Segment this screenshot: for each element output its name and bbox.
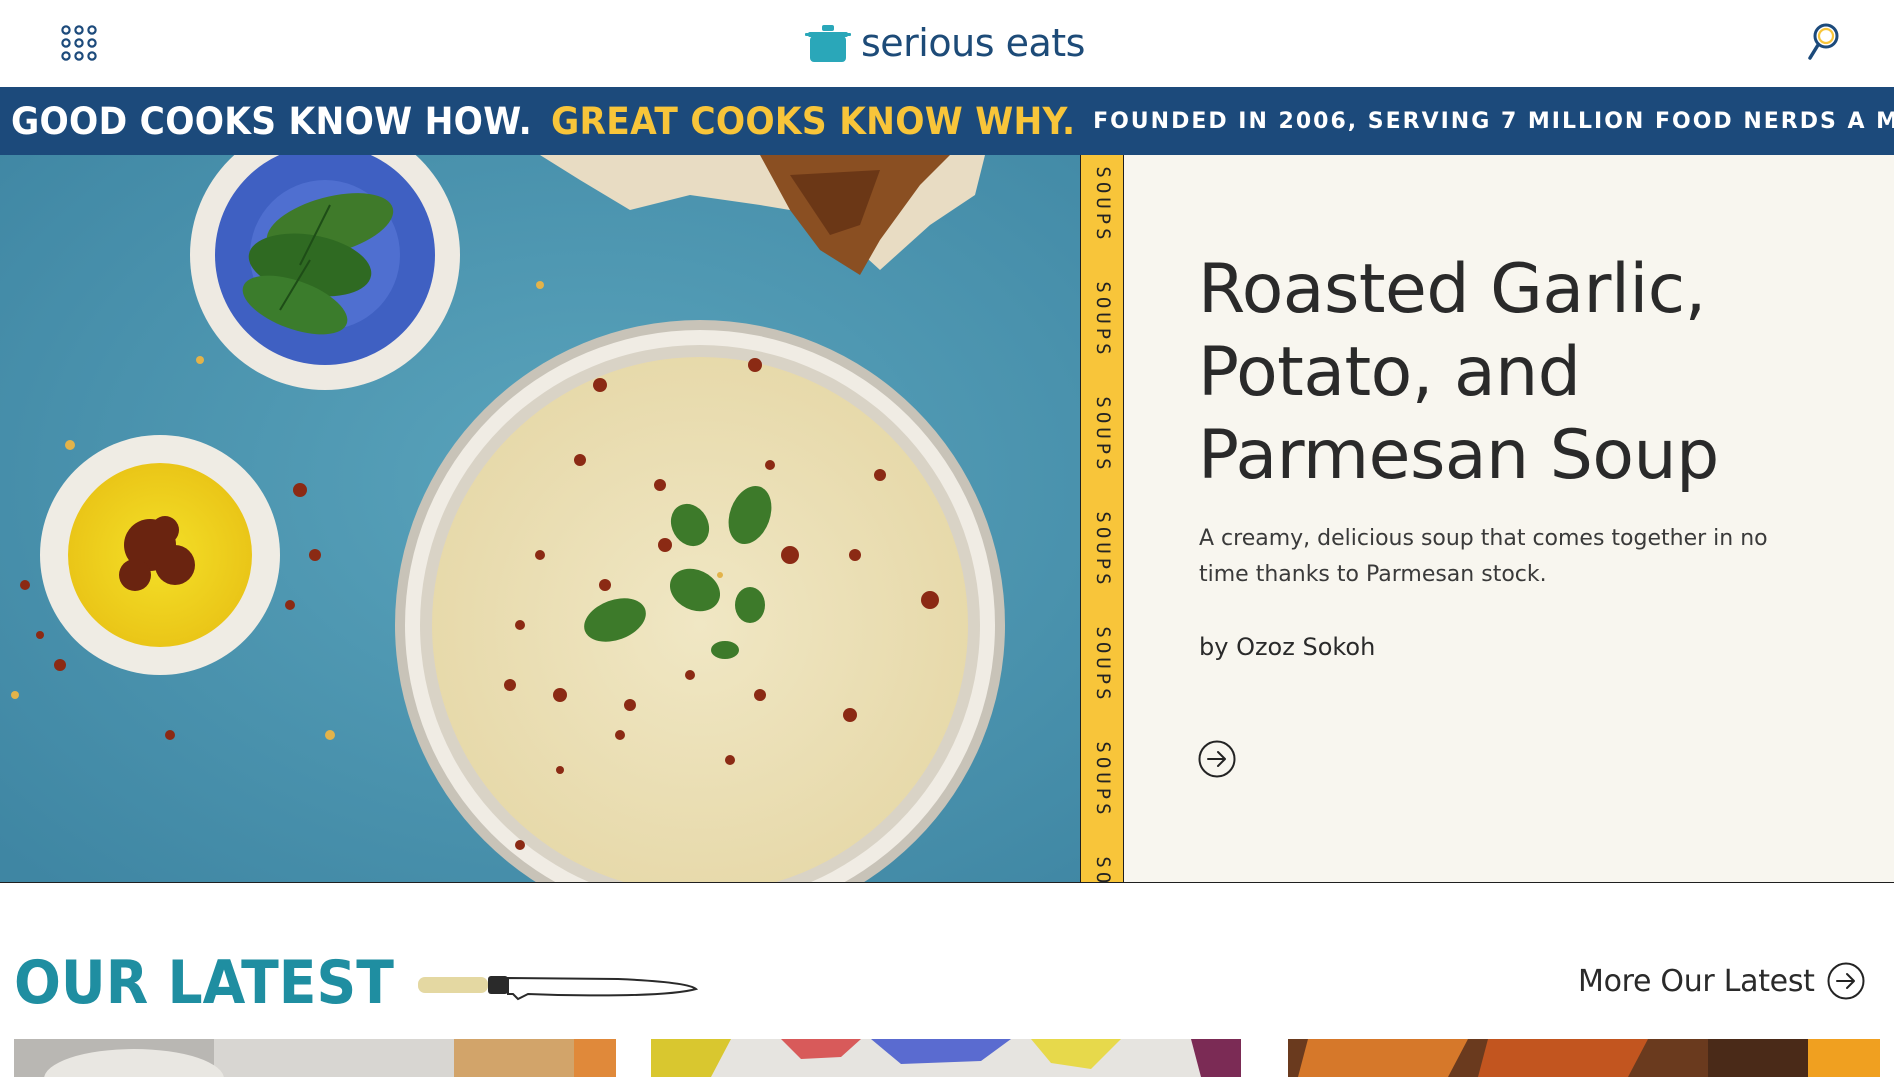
category-label: SOUPS [1092, 741, 1114, 819]
story-read-button[interactable] [1198, 740, 1236, 778]
category-label: SOUPS [1092, 856, 1114, 882]
featured-image[interactable] [0, 155, 1080, 882]
more-latest-label: More Our Latest [1578, 963, 1815, 999]
soup-photo [0, 155, 1080, 882]
search-icon [1808, 23, 1839, 60]
arrow-right-circle-icon [1198, 740, 1236, 778]
category-label: SOUPS [1092, 166, 1114, 244]
tagline-part-one: GOOD COOKS KNOW HOW. [11, 99, 532, 143]
category-label: SOUPS [1092, 281, 1114, 359]
card-image [651, 1039, 1241, 1077]
pot-icon [805, 25, 851, 62]
menu-button[interactable] [58, 23, 102, 63]
tagline-banner: GOOD COOKS KNOW HOW. GREAT COOKS KNOW WH… [0, 87, 1894, 155]
story-byline[interactable]: by Ozoz Sokoh [1199, 633, 1375, 661]
category-label: SOUPS [1092, 626, 1114, 704]
category-strip[interactable]: SOUPS SOUPS SOUPS SOUPS SOUPS SOUPS SOUP… [1080, 155, 1124, 882]
site-header: serious eats [0, 0, 1894, 87]
arrow-right-circle-icon [1827, 962, 1865, 1000]
category-label: SOUPS [1092, 396, 1114, 474]
logo-wordmark: serious eats [861, 21, 1085, 65]
more-latest-link[interactable]: More Our Latest [1578, 962, 1865, 1000]
story-description: A creamy, delicious soup that comes toge… [1199, 526, 1768, 587]
card-image [1288, 1039, 1880, 1077]
search-button[interactable] [1804, 20, 1844, 64]
category-label: SOUPS [1092, 511, 1114, 589]
card-image [14, 1039, 616, 1077]
section-title: OUR LATEST [14, 948, 394, 1018]
site-logo[interactable]: serious eats [805, 18, 1085, 68]
grid-dots-icon [61, 25, 97, 61]
knife-icon [418, 976, 698, 1001]
latest-card[interactable] [1288, 1039, 1890, 1077]
latest-card[interactable] [14, 1039, 616, 1077]
tagline-founded: FOUNDED IN 2006, SERVING 7 MILLION FOOD … [1093, 108, 1894, 134]
featured-story: SOUPS SOUPS SOUPS SOUPS SOUPS SOUPS SOUP… [0, 155, 1894, 883]
tagline-part-two: GREAT COOKS KNOW WHY. [551, 99, 1076, 143]
story-title[interactable]: Roasted Garlic, Potato, and Parmesan Sou… [1198, 248, 1818, 497]
latest-card[interactable] [651, 1039, 1253, 1077]
